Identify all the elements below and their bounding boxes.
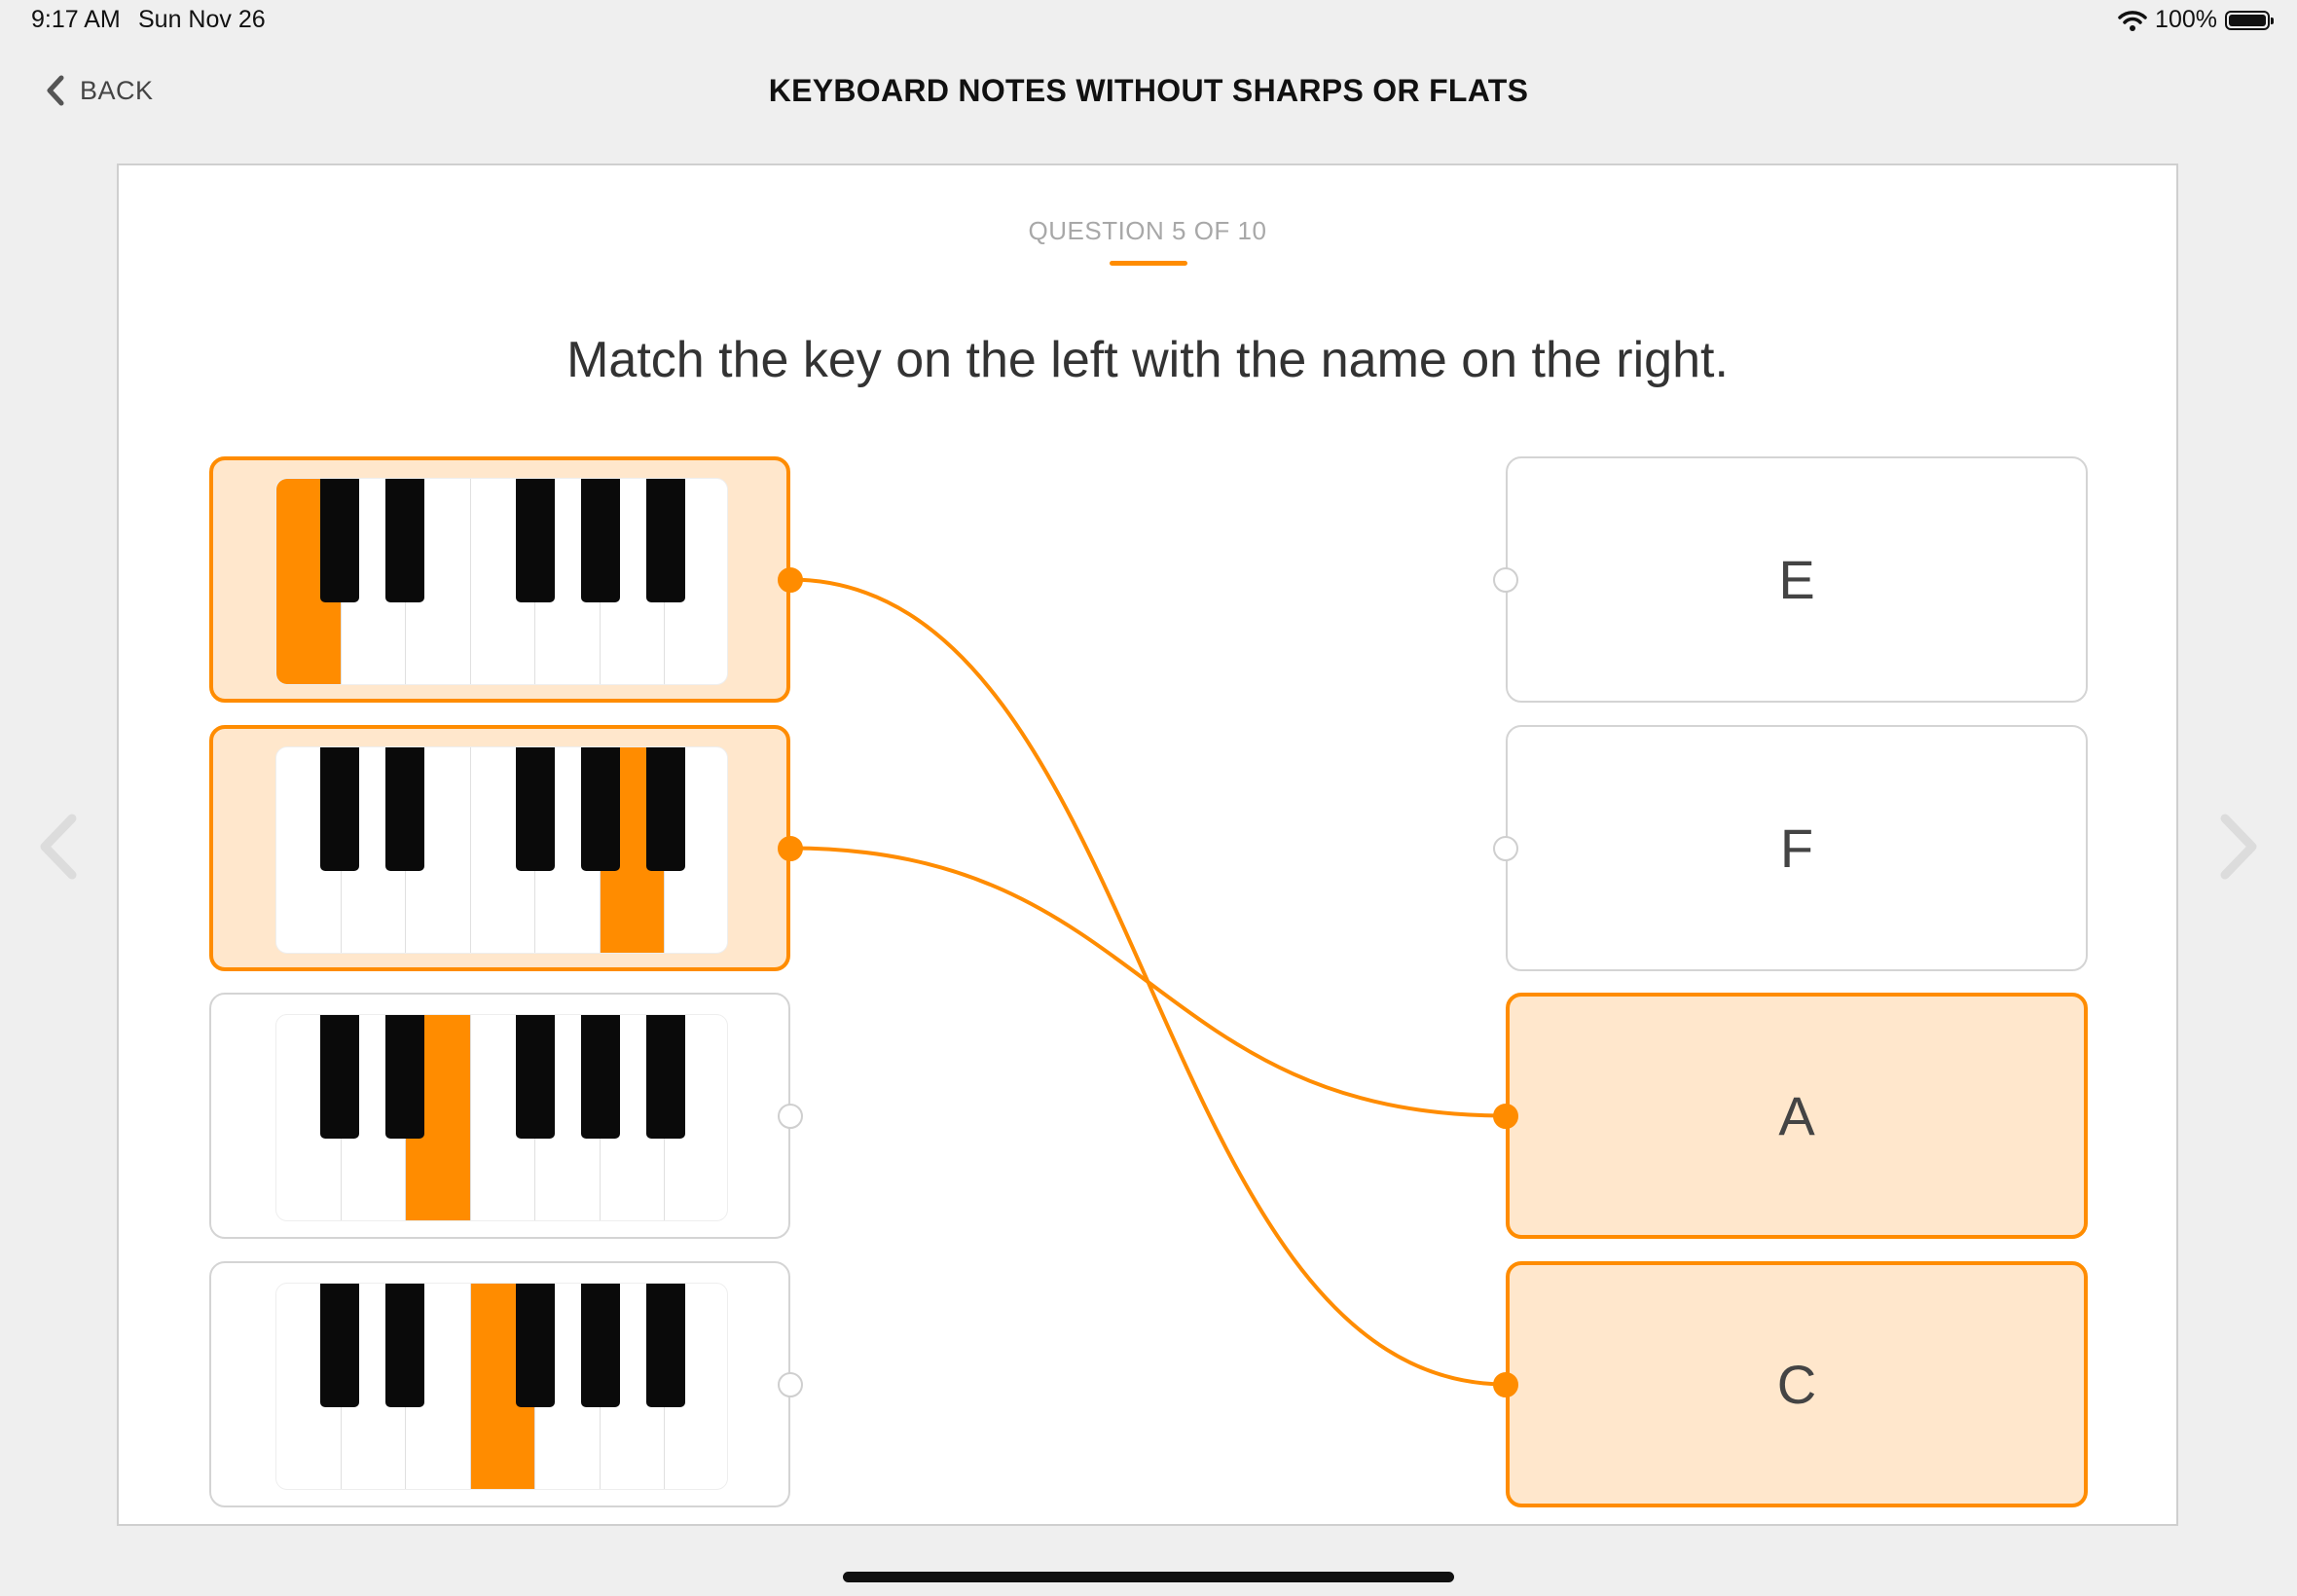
black-key bbox=[581, 1284, 620, 1407]
key-tile[interactable] bbox=[209, 1261, 790, 1507]
black-key bbox=[646, 747, 685, 871]
status-bar: 9:17 AM Sun Nov 26 100% bbox=[0, 0, 2297, 45]
name-connector-dot[interactable] bbox=[1493, 1371, 1518, 1397]
battery-icon bbox=[2225, 10, 2274, 30]
page-title: KEYBOARD NOTES WITHOUT SHARPS OR FLATS bbox=[768, 73, 1529, 108]
black-key bbox=[516, 1015, 555, 1139]
black-key bbox=[320, 1284, 359, 1407]
note-name-tile[interactable]: A bbox=[1506, 993, 2088, 1239]
note-name-tile[interactable]: E bbox=[1506, 456, 2088, 703]
black-key bbox=[646, 1284, 685, 1407]
piano-keyboard bbox=[275, 1014, 728, 1221]
previous-question-arrow[interactable] bbox=[37, 813, 80, 881]
note-name-label: A bbox=[1778, 1085, 1815, 1146]
black-key bbox=[581, 747, 620, 871]
battery-percent: 100% bbox=[2155, 6, 2217, 33]
black-key bbox=[320, 1015, 359, 1139]
black-key bbox=[385, 1284, 424, 1407]
note-name-label: F bbox=[1779, 817, 1814, 879]
black-key bbox=[646, 479, 685, 602]
black-key bbox=[581, 1015, 620, 1139]
black-key bbox=[385, 1015, 424, 1139]
wifi-icon bbox=[2118, 10, 2147, 31]
name-connector-dot[interactable] bbox=[1493, 566, 1518, 593]
key-connector-dot[interactable] bbox=[778, 566, 803, 593]
status-time: 9:17 AM bbox=[31, 6, 121, 33]
black-key bbox=[320, 747, 359, 871]
name-connector-dot[interactable] bbox=[1493, 1103, 1518, 1129]
black-key bbox=[516, 479, 555, 602]
status-indicators: 100% bbox=[2118, 6, 2274, 34]
question-prompt: Match the key on the left with the name … bbox=[566, 332, 1729, 388]
black-key bbox=[516, 747, 555, 871]
key-tile[interactable] bbox=[209, 725, 790, 971]
key-connector-dot[interactable] bbox=[778, 1371, 803, 1397]
key-connector-dot[interactable] bbox=[778, 835, 803, 861]
piano-keyboard bbox=[275, 1283, 728, 1490]
next-question-arrow[interactable] bbox=[2217, 813, 2260, 881]
note-name-label: C bbox=[1776, 1354, 1817, 1415]
status-date: Sun Nov 26 bbox=[138, 6, 266, 33]
key-tile[interactable] bbox=[209, 456, 790, 703]
note-name-label: E bbox=[1778, 549, 1815, 610]
piano-keyboard bbox=[275, 746, 728, 954]
black-key bbox=[581, 479, 620, 602]
key-connector-dot[interactable] bbox=[778, 1103, 803, 1129]
black-key bbox=[646, 1015, 685, 1139]
note-name-tile[interactable]: F bbox=[1506, 725, 2088, 971]
black-key bbox=[385, 747, 424, 871]
question-counter: QUESTION 5 OF 10 bbox=[1028, 216, 1267, 245]
black-key bbox=[385, 479, 424, 602]
name-connector-dot[interactable] bbox=[1493, 835, 1518, 861]
home-indicator bbox=[843, 1572, 1454, 1582]
key-tile[interactable] bbox=[209, 993, 790, 1239]
note-name-tile[interactable]: C bbox=[1506, 1261, 2088, 1507]
black-key bbox=[516, 1284, 555, 1407]
black-key bbox=[320, 479, 359, 602]
piano-keyboard bbox=[275, 478, 728, 685]
counter-underline bbox=[1110, 261, 1187, 266]
